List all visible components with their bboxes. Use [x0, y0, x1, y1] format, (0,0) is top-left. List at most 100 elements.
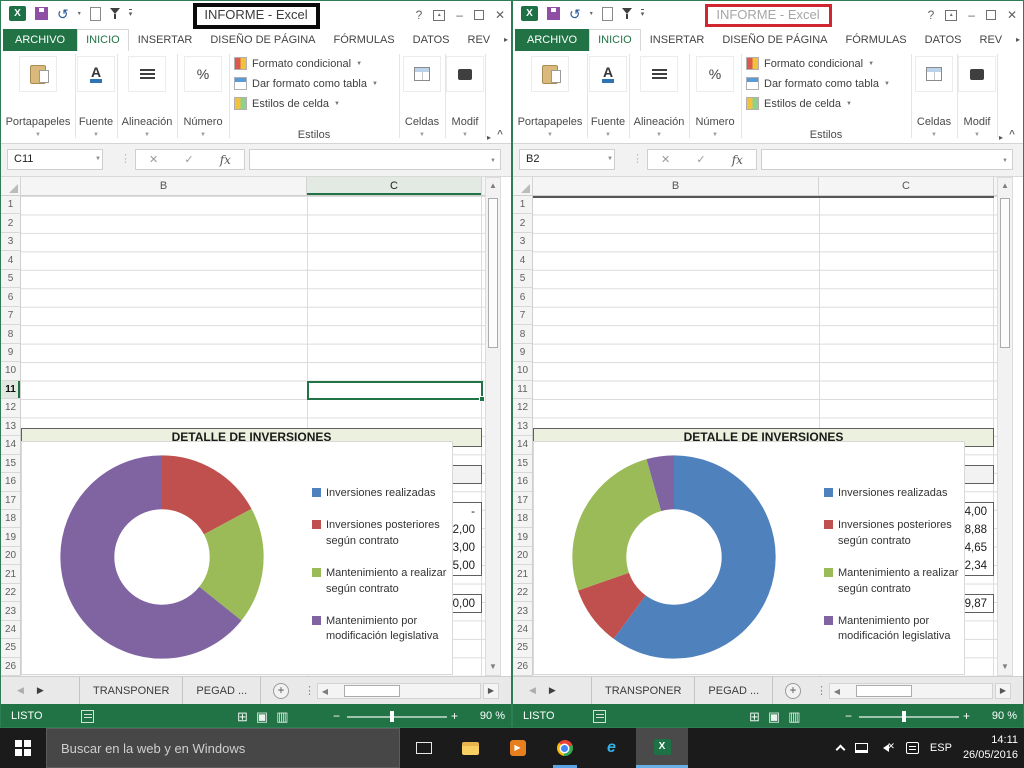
dialog-launcher-icon[interactable]: ▼	[445, 132, 485, 138]
row-header-13[interactable]: 13	[513, 418, 532, 436]
dialog-launcher-icon[interactable]: ▼	[689, 132, 741, 138]
ribbon-tab-datos[interactable]: DATOS	[916, 29, 971, 51]
hidden-icons-chevron-icon[interactable]	[835, 745, 845, 755]
conditional-format-button[interactable]: Formato condicional▼	[234, 57, 378, 70]
row-header-2[interactable]: 2	[513, 214, 532, 232]
help-icon[interactable]: ?	[416, 8, 423, 22]
undo-icon[interactable]: ↺	[569, 7, 581, 21]
zoom-slider-thumb[interactable]	[390, 711, 394, 722]
scrollbar-thumb[interactable]	[344, 685, 400, 697]
group-modificar[interactable]: Modif ▼	[957, 51, 997, 143]
row-header-25[interactable]: 25	[513, 639, 532, 657]
insert-function-icon[interactable]: fx	[220, 153, 231, 167]
select-all-corner[interactable]	[513, 177, 533, 195]
row-header-5[interactable]: 5	[513, 270, 532, 288]
dialog-launcher-icon[interactable]: ▼	[911, 132, 957, 138]
group-alineacion[interactable]: Alineación ▼	[117, 51, 177, 143]
undo-icon[interactable]: ↺	[57, 7, 69, 21]
taskbar-search-input[interactable]: Buscar en la web y en Windows	[46, 728, 400, 768]
page-layout-view-icon[interactable]: ▣	[256, 709, 268, 725]
dialog-launcher-icon[interactable]: ▼	[1, 132, 75, 138]
row-header-11[interactable]: 11	[1, 381, 20, 399]
page-break-view-icon[interactable]: ▥	[276, 709, 288, 725]
row-header-15[interactable]: 15	[513, 455, 532, 473]
row-header-6[interactable]: 6	[513, 288, 532, 306]
row-header-20[interactable]: 20	[1, 547, 20, 565]
donut-chart[interactable]: Inversiones realizadasInversiones poster…	[21, 441, 453, 675]
row-header-8[interactable]: 8	[513, 325, 532, 343]
ribbon-tab-insertar[interactable]: INSERTAR	[641, 29, 714, 51]
row-header-26[interactable]: 26	[1, 658, 20, 676]
next-sheet-icon[interactable]: ▶	[549, 685, 556, 696]
sheet-tab-transponer[interactable]: TRANSPONER	[79, 677, 182, 704]
maximize-icon[interactable]	[986, 10, 996, 20]
row-header-18[interactable]: 18	[513, 510, 532, 528]
scroll-right-icon[interactable]: ▶	[483, 683, 499, 699]
sheet-tab-transponer[interactable]: TRANSPONER	[591, 677, 694, 704]
group-fuente[interactable]: A Fuente ▼	[75, 51, 117, 143]
scrollbar-track[interactable]	[844, 684, 992, 698]
normal-view-icon[interactable]: ⊞	[237, 709, 248, 725]
row-header-7[interactable]: 7	[1, 307, 20, 325]
cell-styles-button[interactable]: Estilos de celda▼	[746, 97, 890, 110]
row-header-21[interactable]: 21	[1, 565, 20, 583]
dialog-launcher-icon[interactable]: ▼	[513, 132, 587, 138]
row-header-17[interactable]: 17	[1, 492, 20, 510]
horizontal-scrollbar[interactable]: ◀	[829, 683, 993, 699]
zoom-out-icon[interactable]: −	[845, 704, 852, 728]
column-header-c[interactable]: C	[819, 177, 994, 195]
clock[interactable]: 14:11 26/05/2016	[963, 733, 1018, 763]
group-numero[interactable]: % Número ▼	[689, 51, 741, 143]
cancel-entry-icon[interactable]: ✕	[149, 153, 158, 166]
row-header-3[interactable]: 3	[1, 233, 20, 251]
ribbon-tab-archivo[interactable]: ARCHIVO	[515, 29, 589, 51]
add-sheet-icon[interactable]: +	[785, 683, 801, 699]
page-layout-view-icon[interactable]: ▣	[768, 709, 780, 725]
new-document-icon[interactable]	[602, 7, 613, 21]
dialog-launcher-icon[interactable]: ▼	[629, 132, 689, 138]
scrollbar-thumb[interactable]	[856, 685, 912, 697]
ribbon-tab-fórmulas[interactable]: FÓRMULAS	[325, 29, 404, 51]
row-header-16[interactable]: 16	[513, 473, 532, 491]
zoom-level[interactable]: 90 %	[973, 704, 1017, 728]
next-sheet-icon[interactable]: ▶	[37, 685, 44, 696]
group-fuente[interactable]: A Fuente ▼	[587, 51, 629, 143]
cell-styles-button[interactable]: Estilos de celda▼	[234, 97, 378, 110]
confirm-entry-icon[interactable]: ✓	[184, 153, 193, 166]
selected-cell-c11[interactable]	[307, 381, 483, 400]
row-header-8[interactable]: 8	[1, 325, 20, 343]
row-header-6[interactable]: 6	[1, 288, 20, 306]
minimize-icon[interactable]: –	[456, 8, 463, 22]
tab-overflow-icon[interactable]: ▸	[1016, 35, 1020, 44]
macro-record-icon[interactable]	[593, 710, 606, 723]
row-header-13[interactable]: 13	[1, 418, 20, 436]
conditional-format-button[interactable]: Formato condicional▼	[746, 57, 890, 70]
dialog-launcher-icon[interactable]: ▼	[177, 132, 229, 138]
column-header-b[interactable]: B	[533, 177, 819, 195]
tab-overflow-icon[interactable]: ▸	[504, 35, 508, 44]
row-header-12[interactable]: 12	[513, 399, 532, 417]
sheet-tab-pegado[interactable]: PEGAD ...	[182, 677, 261, 704]
internet-explorer-button[interactable]: e	[588, 728, 635, 768]
ribbon-tab-diseño-de-página[interactable]: DISEÑO DE PÁGINA	[201, 29, 324, 51]
column-header-b[interactable]: B	[21, 177, 307, 195]
prev-sheet-icon[interactable]: ◀	[529, 685, 536, 696]
row-header-1[interactable]: 1	[1, 196, 20, 214]
ribbon-tab-insertar[interactable]: INSERTAR	[129, 29, 202, 51]
column-header-c[interactable]: C	[307, 177, 482, 195]
row-header-26[interactable]: 26	[513, 658, 532, 676]
row-header-11[interactable]: 11	[513, 381, 532, 399]
scrollbar-thumb[interactable]	[488, 198, 498, 348]
language-indicator[interactable]: ESP	[930, 742, 952, 754]
dialog-launcher-icon[interactable]: ▼	[587, 132, 629, 138]
row-header-20[interactable]: 20	[513, 547, 532, 565]
scrollbar-track[interactable]	[332, 684, 480, 698]
row-header-9[interactable]: 9	[1, 344, 20, 362]
insert-function-icon[interactable]: fx	[732, 153, 743, 167]
row-header-24[interactable]: 24	[513, 621, 532, 639]
ribbon-tab-datos[interactable]: DATOS	[404, 29, 459, 51]
dialog-launcher-icon[interactable]: ▼	[399, 132, 445, 138]
expand-formula-bar-icon[interactable]: ▼	[1002, 158, 1008, 164]
row-header-4[interactable]: 4	[513, 251, 532, 269]
scrollbar-thumb[interactable]	[1000, 198, 1010, 348]
